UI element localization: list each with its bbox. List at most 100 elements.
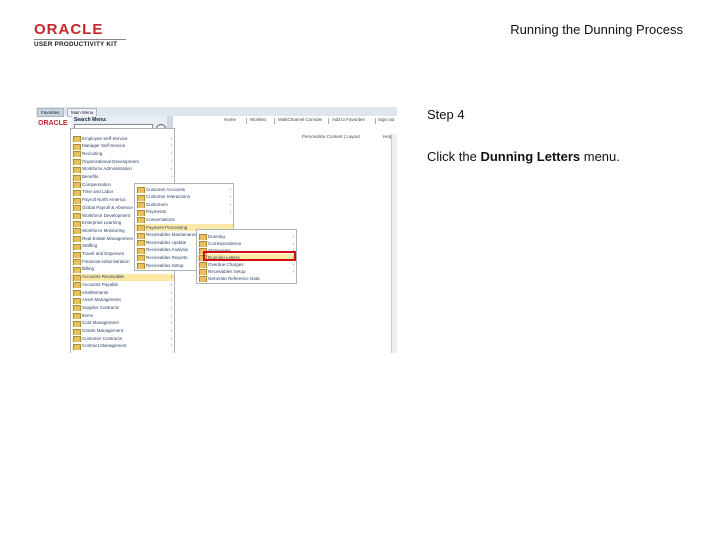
main-menu-item-label: Real Estate Management xyxy=(82,235,133,241)
submenu-arrow-icon: › xyxy=(170,166,173,172)
document-title: Running the Dunning Process xyxy=(510,22,683,37)
payment-menu-item-label: Receivables Setup xyxy=(208,268,246,274)
ar-menu-item-label: Customer Interactions xyxy=(146,194,191,200)
main-menu-item[interactable]: Manager Self-Service › xyxy=(71,143,174,150)
main-menu-item-label: Workforce Monitoring xyxy=(82,227,125,233)
folder-icon xyxy=(73,220,81,227)
main-menu-item[interactable]: Organizational Development › xyxy=(71,158,174,166)
main-menu-item[interactable]: Employee Self-Service › xyxy=(71,135,174,142)
main-menu-item[interactable]: Accounts Receivable › xyxy=(71,273,174,281)
link-home[interactable]: Home xyxy=(224,117,236,122)
main-menu-item-label: Billing xyxy=(82,266,95,272)
tab-favorites[interactable]: Favorites xyxy=(37,108,64,117)
folder-icon xyxy=(73,182,81,189)
main-menu-item-label: eSettlements xyxy=(82,289,109,295)
divider xyxy=(274,118,275,124)
folder-icon xyxy=(137,194,145,201)
folder-icon xyxy=(73,213,81,219)
main-menu-item[interactable]: Contract Management › xyxy=(71,343,174,350)
main-menu-item[interactable]: eSettlements › xyxy=(71,289,174,296)
folder-icon xyxy=(73,266,81,273)
payment-menu-item[interactable]: Dunning › xyxy=(197,233,296,240)
payment-menu-item[interactable]: Overdue Charges › xyxy=(197,261,296,268)
folder-icon xyxy=(73,136,81,142)
instruction-target: Dunning Letters xyxy=(480,149,581,164)
divider xyxy=(246,118,247,124)
main-menu-item[interactable]: Workforce Administration › xyxy=(71,166,174,173)
folder-icon xyxy=(73,197,81,204)
folder-icon xyxy=(137,187,145,193)
folder-icon xyxy=(73,305,81,312)
folder-icon xyxy=(73,174,81,181)
ar-menu-item[interactable]: Payments › xyxy=(135,209,233,216)
folder-icon xyxy=(73,343,81,350)
main-menu-item[interactable]: Supplier Contracts › xyxy=(71,304,174,312)
ar-menu-item-label: Receivables Update xyxy=(146,239,187,245)
submenu-arrow-icon: › xyxy=(170,304,173,310)
payment-menu-item[interactable]: Correspondence › xyxy=(197,240,296,247)
main-menu-item-label: Time and Labor xyxy=(82,189,114,195)
submenu-arrow-icon: › xyxy=(170,312,173,318)
folder-icon xyxy=(73,251,81,258)
main-menu-item-label: Accounts Receivable xyxy=(82,274,125,280)
ar-menu-item[interactable]: Customer Interactions › xyxy=(135,194,233,201)
ar-menu-item[interactable]: Customer Accounts › xyxy=(135,186,233,193)
submenu-arrow-icon: › xyxy=(229,201,232,207)
folder-icon xyxy=(73,205,81,212)
submenu-arrow-icon: › xyxy=(170,143,173,149)
logo-brand: ORACLE xyxy=(34,21,104,38)
main-menu-item-label: Manager Self-Service xyxy=(82,143,126,149)
payment-menu-item[interactable]: Generate Reference Data xyxy=(197,275,296,282)
submenu-arrow-icon: › xyxy=(170,158,173,164)
main-menu-item-label: Enterprise Learning xyxy=(82,220,122,226)
folder-icon xyxy=(73,143,81,150)
link-worklist[interactable]: Worklist xyxy=(250,117,266,122)
main-menu-item[interactable]: Asset Management › xyxy=(71,297,174,304)
main-menu-item[interactable]: Items › xyxy=(71,312,174,320)
folder-icon xyxy=(73,166,81,173)
divider xyxy=(375,118,376,124)
ar-menu-item[interactable]: Customers › xyxy=(135,201,233,209)
main-menu-item[interactable]: Benefits › xyxy=(71,174,174,181)
main-menu-item[interactable]: Accounts Payable › xyxy=(71,281,174,289)
folder-icon xyxy=(73,236,81,243)
main-menu-item-label: Staffing xyxy=(82,243,98,249)
payment-menu-item[interactable]: Receivables Setup › xyxy=(197,268,296,275)
main-menu-item-label: Benefits xyxy=(82,174,99,179)
folder-icon xyxy=(73,259,81,266)
main-menu-item-label: Workforce Development xyxy=(82,212,131,218)
application-screenshot: Favorites Main Menu ORACLE Home Worklist… xyxy=(36,107,397,353)
folder-icon xyxy=(137,202,145,209)
ar-menu-item-label: Receivables Analysis xyxy=(146,247,189,253)
portal-tab-bar: Favorites Main Menu xyxy=(36,107,397,117)
folder-icon xyxy=(73,320,81,327)
folder-icon xyxy=(137,209,145,216)
main-menu-item-label: Contract Management xyxy=(82,343,127,349)
search-menu-label: Search Menu: xyxy=(74,117,107,123)
page-scrollbar[interactable] xyxy=(391,134,397,353)
ar-menu-item-label: Customers xyxy=(146,201,168,207)
folder-icon xyxy=(73,189,81,196)
folder-icon xyxy=(137,232,145,239)
top-links: Home Worklist MultiChannel Console Add t… xyxy=(222,116,397,126)
main-menu-item[interactable]: Customer Contracts › xyxy=(71,335,174,343)
instruction-prefix: Click the xyxy=(427,149,481,164)
link-multichannel-console[interactable]: MultiChannel Console xyxy=(278,117,322,122)
payment-menu-item-label: Dunning xyxy=(208,233,225,239)
personalize-link[interactable]: Personalize Content | Layout xyxy=(302,134,360,139)
folder-icon xyxy=(137,263,145,269)
folder-icon xyxy=(73,159,81,166)
ar-menu-item[interactable]: Conversations xyxy=(135,216,233,224)
link-sign-out[interactable]: Sign out xyxy=(378,117,395,122)
link-add-to-favorites[interactable]: Add to Favorites xyxy=(332,117,365,122)
main-menu-item[interactable]: Recruiting › xyxy=(71,150,174,158)
main-menu-item[interactable]: Cost Management › xyxy=(71,320,174,327)
main-menu-item-label: Employee Self-Service xyxy=(82,135,128,141)
main-menu-item-label: Customer Contracts xyxy=(82,335,123,341)
main-menu-item-label: Compensation xyxy=(82,181,112,187)
submenu-arrow-icon: › xyxy=(170,135,173,141)
main-menu-item[interactable]: Grants Management › xyxy=(71,328,174,335)
folder-icon xyxy=(137,217,145,224)
submenu-arrow-icon: › xyxy=(170,320,173,326)
submenu-arrow-icon: › xyxy=(170,174,173,179)
